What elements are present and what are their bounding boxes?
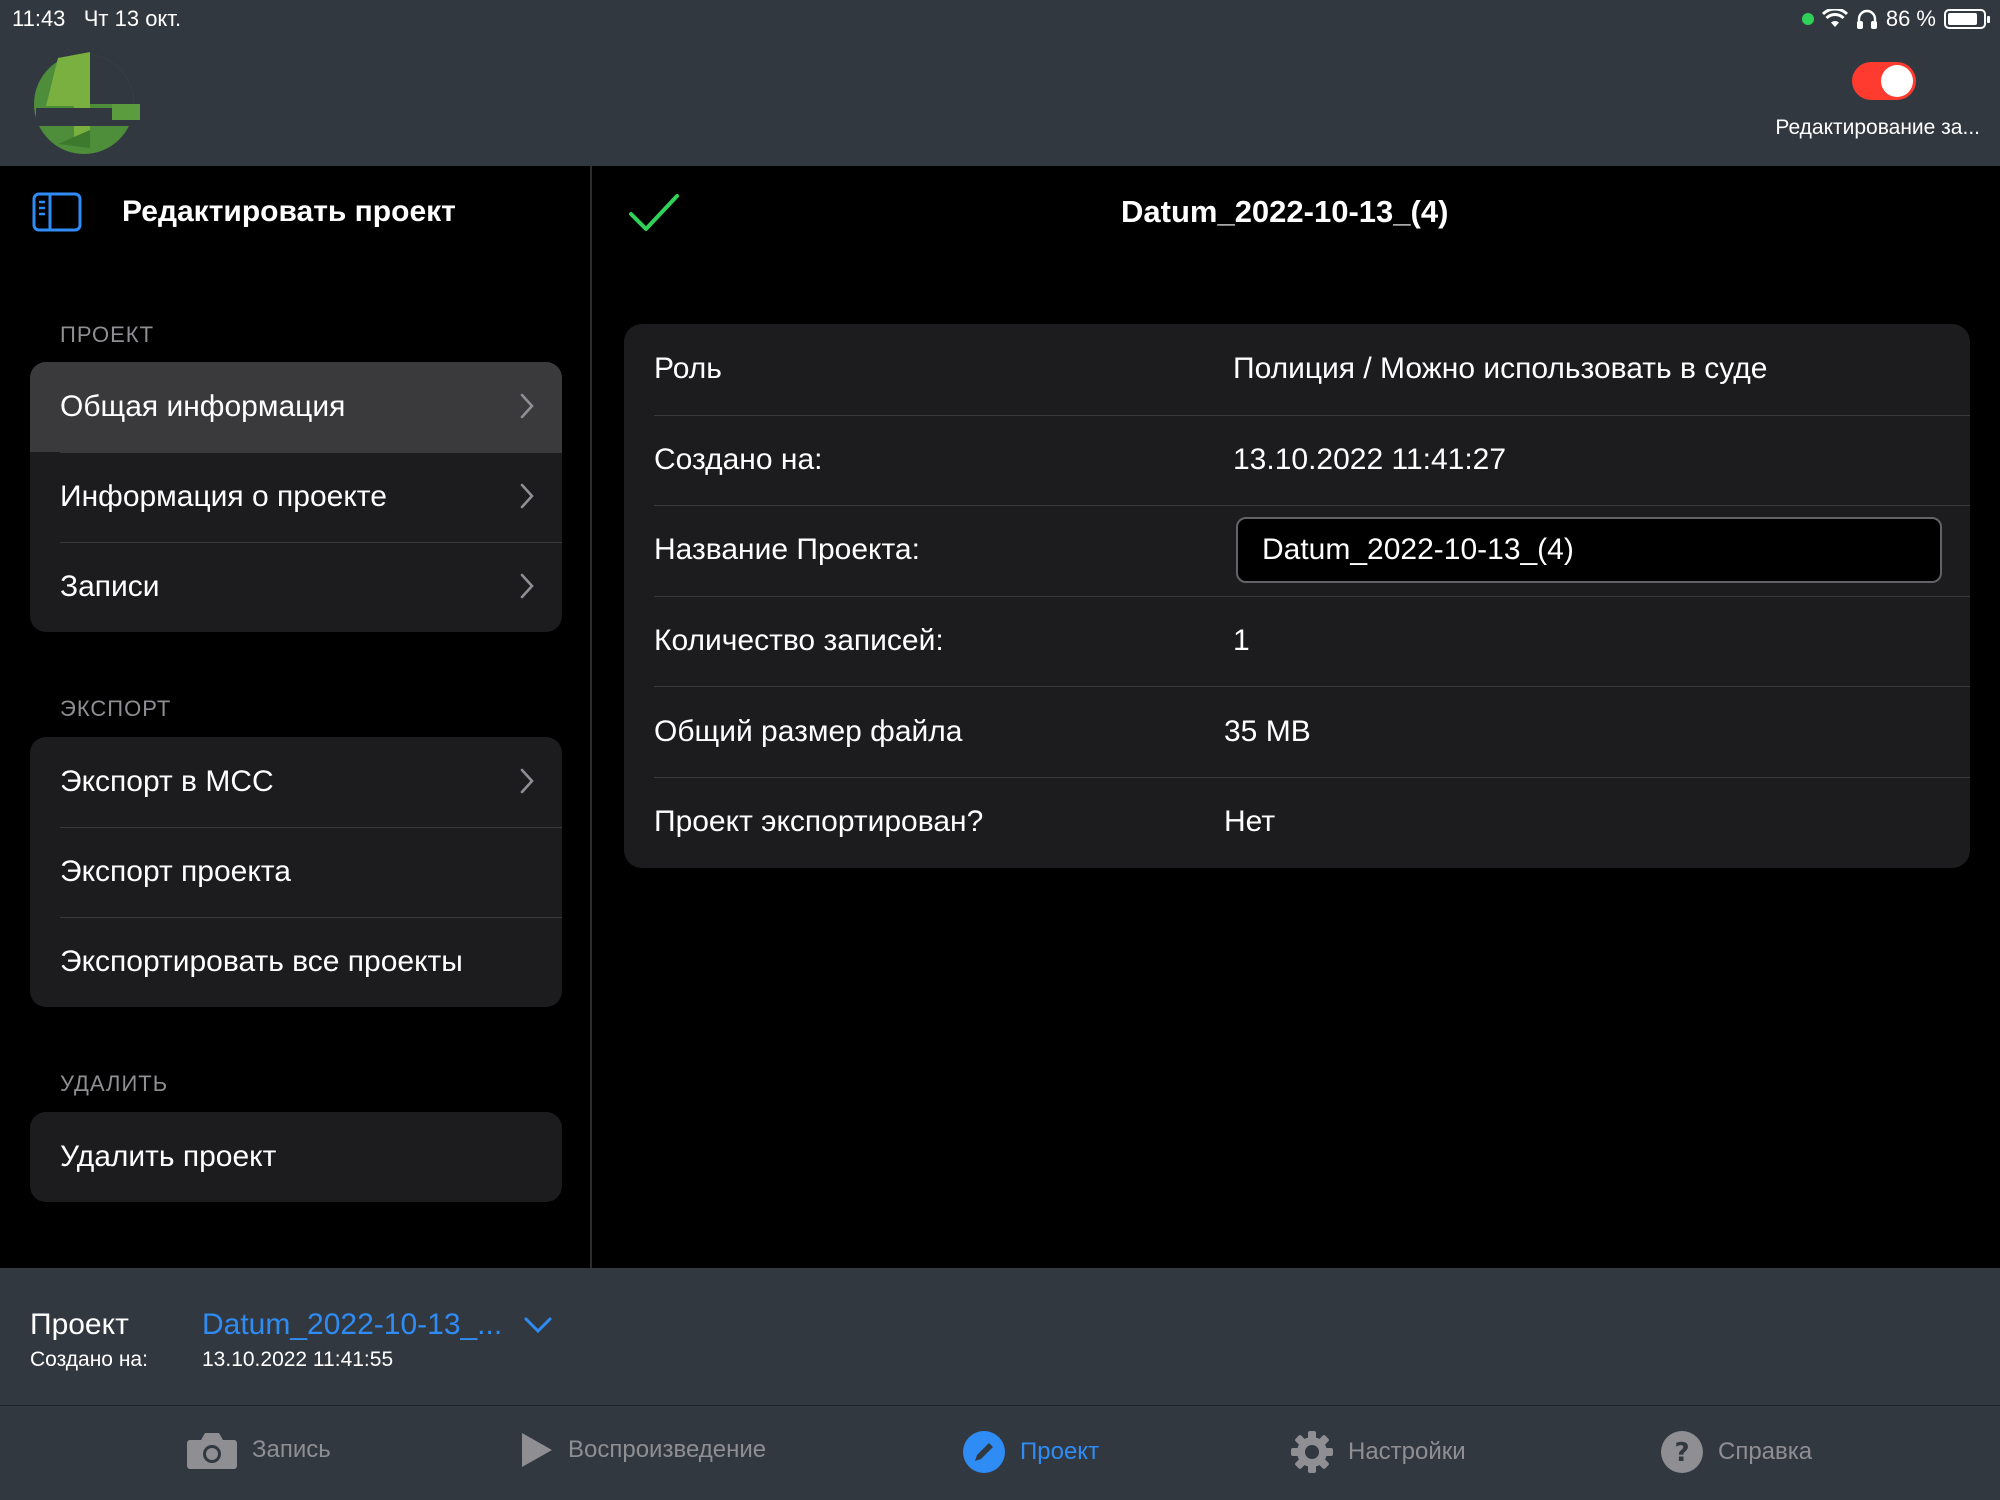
project-bar-title: Проект bbox=[30, 1308, 129, 1341]
checkmark-icon[interactable] bbox=[628, 192, 680, 234]
tab-settings[interactable]: Настройки bbox=[1290, 1430, 1466, 1474]
info-label: Общий размер файла bbox=[654, 714, 963, 748]
info-value: 13.10.2022 11:41:27 bbox=[1233, 442, 1507, 476]
sidebar-item-delete-project[interactable]: Удалить проект bbox=[30, 1112, 562, 1202]
play-icon bbox=[522, 1433, 552, 1467]
current-project-bar: Проект Создано на: Datum_2022-10-13_... … bbox=[0, 1268, 2000, 1406]
tab-project[interactable]: Проект bbox=[962, 1430, 1099, 1474]
project-bar-created-date: 13.10.2022 11:41:55 bbox=[202, 1348, 394, 1371]
edit-mode-label: Редактирование за... bbox=[1775, 116, 1980, 139]
info-label: Роль bbox=[654, 352, 722, 386]
tab-bar: Запись Воспроизведение Проект Настройки bbox=[0, 1406, 2000, 1500]
info-label: Количество записей: bbox=[654, 624, 944, 658]
sidebar: Редактировать проект ПРОЕКТ Общая информ… bbox=[0, 166, 592, 1268]
status-date: Чт 13 окт. bbox=[83, 6, 182, 31]
info-label: Название Проекта: bbox=[654, 533, 920, 567]
delete-group: Удалить проект bbox=[30, 1112, 562, 1202]
tab-label: Справка bbox=[1718, 1438, 1813, 1465]
tab-label: Проект bbox=[1020, 1438, 1100, 1465]
chevron-right-icon bbox=[520, 483, 534, 509]
info-row-role: Роль Полиция / Можно использовать в суде bbox=[624, 324, 1970, 415]
sidebar-item-recordings[interactable]: Записи bbox=[30, 542, 562, 632]
sidebar-item-export-all[interactable]: Экспортировать все проекты bbox=[30, 917, 562, 1007]
tab-record[interactable]: Запись bbox=[186, 1430, 331, 1470]
battery-icon bbox=[1944, 9, 1990, 29]
project-selector[interactable]: Datum_2022-10-13_... bbox=[202, 1308, 552, 1342]
tab-playback[interactable]: Воспроизведение bbox=[520, 1430, 766, 1470]
sidebar-item-label: Экспортировать все проекты bbox=[60, 945, 463, 978]
tab-label: Настройки bbox=[1348, 1438, 1466, 1465]
app-logo bbox=[34, 52, 140, 154]
info-label: Проект экспортирован? bbox=[654, 805, 984, 839]
help-icon: ? bbox=[1661, 1431, 1703, 1473]
status-time: 11:43 bbox=[12, 6, 66, 31]
section-label-project: ПРОЕКТ bbox=[60, 322, 155, 347]
status-indicators: 86 % bbox=[1801, 6, 1990, 32]
headphones-icon bbox=[1856, 9, 1877, 29]
sidebar-toggle-icon[interactable] bbox=[32, 192, 82, 232]
pencil-icon bbox=[963, 1431, 1005, 1473]
sidebar-header: Редактировать проект bbox=[32, 192, 456, 232]
chevron-right-icon bbox=[520, 768, 534, 794]
chevron-right-icon bbox=[520, 573, 534, 599]
sidebar-item-label: Экспорт проекта bbox=[60, 855, 291, 888]
chevron-right-icon bbox=[520, 393, 534, 419]
sidebar-item-label: Записи bbox=[60, 570, 160, 603]
general-info-card: Роль Полиция / Можно использовать в суде… bbox=[624, 324, 1970, 868]
svg-text:?: ? bbox=[1674, 1438, 1689, 1468]
tab-label: Воспроизведение bbox=[568, 1436, 767, 1463]
info-row-exported: Проект экспортирован? Нет bbox=[624, 776, 1970, 868]
info-value: Полиция / Можно использовать в суде bbox=[1233, 352, 1768, 386]
project-selector-name: Datum_2022-10-13_... bbox=[202, 1308, 503, 1341]
sidebar-item-label: Удалить проект bbox=[60, 1140, 277, 1173]
wifi-icon bbox=[1821, 9, 1848, 27]
info-row-file-size: Общий размер файла 35 MB bbox=[624, 686, 1970, 777]
info-row-created: Создано на: 13.10.2022 11:41:27 bbox=[624, 414, 1970, 506]
top-bar: 11:43 Чт 13 окт. 86 % Редактирование за.… bbox=[0, 0, 2000, 166]
page-title: Datum_2022-10-13_(4) bbox=[1121, 194, 1449, 229]
tab-help[interactable]: ? Справка bbox=[1660, 1430, 1812, 1474]
edit-mode-toggle[interactable] bbox=[1852, 62, 1916, 100]
status-time-date: 11:43 Чт 13 окт. bbox=[12, 6, 181, 32]
sidebar-item-project-info[interactable]: Информация о проекте bbox=[30, 452, 562, 542]
export-group: Экспорт в MCC Экспорт проекта Экспортиро… bbox=[30, 737, 562, 1007]
tab-label: Запись bbox=[252, 1436, 331, 1463]
camera-active-dot bbox=[1801, 13, 1814, 25]
gear-icon bbox=[1291, 1431, 1333, 1473]
info-value: 35 MB bbox=[1224, 714, 1311, 748]
info-row-record-count: Количество записей: 1 bbox=[624, 595, 1970, 687]
sidebar-item-export-mcc[interactable]: Экспорт в MCC bbox=[30, 737, 562, 827]
chevron-down-icon bbox=[524, 1317, 552, 1333]
sidebar-item-label: Общая информация bbox=[60, 390, 346, 423]
project-group: Общая информация Информация о проекте За… bbox=[30, 362, 562, 632]
camera-icon bbox=[187, 1433, 237, 1469]
sidebar-title: Редактировать проект bbox=[122, 195, 456, 228]
info-value: 1 bbox=[1233, 624, 1250, 658]
sidebar-item-label: Экспорт в MCC bbox=[60, 765, 274, 798]
project-bar-created-label: Создано на: bbox=[30, 1348, 148, 1371]
sidebar-item-export-project[interactable]: Экспорт проекта bbox=[30, 827, 562, 917]
battery-fill bbox=[1948, 13, 1978, 25]
toggle-knob bbox=[1881, 65, 1913, 97]
sidebar-item-general-info[interactable]: Общая информация bbox=[30, 362, 562, 452]
info-label: Создано на: bbox=[654, 442, 823, 476]
section-label-delete: УДАЛИТЬ bbox=[60, 1071, 169, 1096]
section-label-export: ЭКСПОРТ bbox=[60, 696, 172, 721]
project-name-input[interactable] bbox=[1236, 517, 1942, 584]
battery-percent: 86 % bbox=[1885, 6, 1936, 31]
info-value: Нет bbox=[1224, 805, 1276, 839]
sidebar-item-label: Информация о проекте bbox=[60, 480, 387, 513]
info-row-project-name: Название Проекта: bbox=[624, 505, 1970, 596]
